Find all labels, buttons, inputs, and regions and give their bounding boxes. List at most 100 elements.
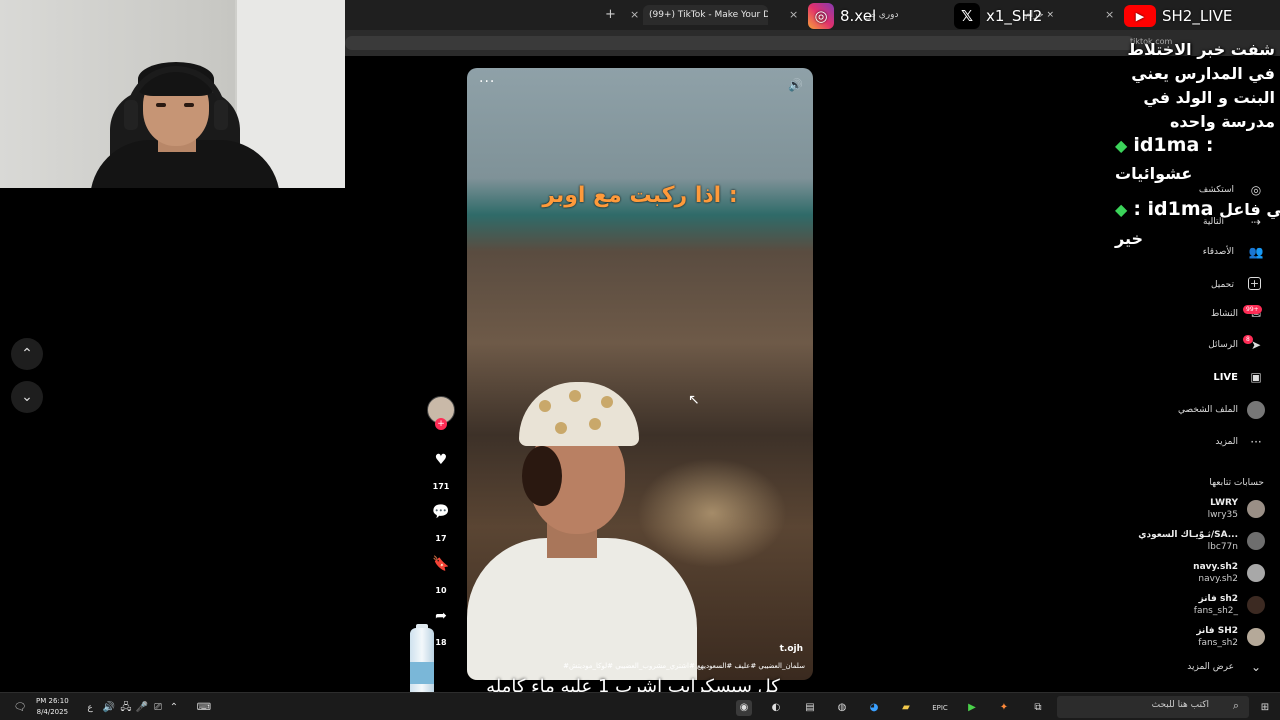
youtube-icon: ▶	[1124, 5, 1156, 27]
diamond-icon: ◆	[1115, 200, 1128, 219]
video-username[interactable]: t.ojh	[780, 644, 803, 654]
friends-icon: 👥	[1248, 245, 1264, 259]
instagram-icon: ◎	[808, 3, 834, 29]
twitch-icon[interactable]: ▤	[802, 700, 818, 716]
x-handle: 𝕏 x1_SH2	[954, 2, 1042, 30]
sidebar-item-more[interactable]: المزيد	[1215, 437, 1238, 447]
windows-start-icon[interactable]: ⊞	[1257, 700, 1273, 716]
avatar[interactable]	[1247, 500, 1265, 518]
heart-icon: ♥	[434, 452, 448, 468]
tab-tiktok[interactable]: (99+) TikTok - Make Your Da	[643, 5, 768, 25]
obs-icon[interactable]: ◍	[834, 700, 850, 716]
following-username[interactable]: navy.sh2	[1198, 574, 1238, 584]
sidebar-item-friends[interactable]: الأصدقاء	[1203, 247, 1234, 257]
microphone-icon[interactable]: 🎤	[134, 700, 150, 716]
like-button[interactable]: ♥	[429, 448, 453, 472]
save-button[interactable]: 🔖	[429, 552, 453, 576]
following-username[interactable]: fans_sh2_	[1194, 606, 1238, 616]
follow-plus-icon[interactable]: +	[435, 418, 447, 430]
following-name[interactable]: LWRY	[1210, 498, 1238, 508]
edge-icon[interactable]: ◕	[866, 700, 882, 716]
video-caption: اذا ركبت مع اوبر :	[542, 183, 738, 208]
volume-icon[interactable]: 🔊	[101, 700, 117, 716]
following-name[interactable]: navy.sh2	[1193, 562, 1238, 572]
sidebar-item-profile[interactable]: الملف الشخصي	[1178, 405, 1238, 415]
bookmark-icon: 🔖	[432, 556, 450, 572]
comment-icon: 💬	[432, 504, 450, 520]
taskbar-search[interactable]: اكتب هنا للبحث ⌕	[1057, 696, 1249, 718]
avatar[interactable]	[1247, 532, 1265, 550]
following-username[interactable]: fans_sh2	[1198, 638, 1238, 648]
more-icon: ···	[1250, 435, 1262, 449]
upload-icon: +	[1248, 277, 1261, 290]
close-tab-icon[interactable]: ×	[1105, 5, 1114, 25]
comment-count: 17	[435, 534, 447, 543]
webcam-feed	[0, 0, 345, 188]
chrome-icon[interactable]: ◉	[736, 700, 752, 716]
notification-icon[interactable]: 🗨	[12, 700, 28, 716]
sidebar-item-activity[interactable]: النشاط	[1211, 309, 1238, 319]
chat-message-2-text: عشوائيات	[1115, 164, 1193, 183]
diamond-icon: ◆	[1115, 136, 1128, 155]
sidebar-item-explore[interactable]: استكشف	[1199, 185, 1234, 195]
chat-message-3-user: ◆: id1ma اني فاعل	[1115, 198, 1280, 220]
save-count: 10	[435, 586, 447, 595]
camera-icon[interactable]: ⎚	[150, 700, 166, 716]
cap	[519, 382, 639, 446]
more-options-icon[interactable]: ···	[479, 74, 495, 90]
like-count: 171	[432, 482, 450, 491]
search-icon: ⌕	[1232, 699, 1239, 712]
copilot-icon[interactable]: ✦	[996, 700, 1012, 716]
close-tab-icon[interactable]: ×	[630, 5, 639, 25]
chevron-up-icon: ⌃	[21, 346, 33, 362]
messages-badge: 8	[1243, 335, 1253, 344]
instagram-handle: ◎ 8.xel	[808, 2, 876, 30]
search-placeholder: اكتب هنا للبحث	[1151, 700, 1209, 710]
see-more-link[interactable]: عرض المزيد	[1187, 662, 1234, 672]
share-button[interactable]: ➦	[429, 604, 453, 628]
chat-message-2-user: ◆ id1ma :	[1115, 134, 1214, 156]
close-tab-icon[interactable]: ×	[789, 5, 798, 25]
previous-video-button[interactable]: ⌃	[11, 338, 43, 370]
chevron-down-icon: ⌄	[21, 389, 33, 405]
following-name[interactable]: فانز SH2	[1196, 626, 1238, 636]
mouse-cursor-icon: ↖	[688, 392, 700, 408]
tab-label: (99+) TikTok - Make Your Da	[649, 10, 768, 20]
keyboard-icon[interactable]: ⌨	[195, 700, 213, 716]
folder-icon[interactable]: ▰	[898, 700, 914, 716]
sidebar-item-messages[interactable]: الرسائل	[1208, 340, 1238, 350]
discord-icon[interactable]: ◐	[768, 700, 784, 716]
avatar[interactable]	[1247, 628, 1265, 646]
youtube-handle: ▶ SH2_LIVE	[1124, 2, 1232, 30]
following-username[interactable]: lwry35	[1208, 510, 1238, 520]
video-hashtags[interactable]: #سلمان_العضيبي #عليف #السعوديهع #اشتري_م…	[563, 662, 805, 670]
sidebar-item-live[interactable]: LIVE	[1213, 372, 1238, 383]
network-icon[interactable]: 🖧	[118, 700, 134, 716]
compass-icon: ◎	[1250, 183, 1262, 197]
language-indicator[interactable]: ع	[82, 700, 98, 716]
task-view-icon[interactable]: ⧉	[1030, 700, 1046, 716]
activity-badge: 99+	[1243, 305, 1262, 314]
comment-button[interactable]: 💬	[429, 500, 453, 524]
volume-icon[interactable]: 🔊	[788, 78, 803, 92]
taskbar: 🗨 PM 26:10 8/4/2025 ع 🔊 🖧 🎤 ⎚ ⌃ ⌨ ◉ ◐ ▤ …	[0, 692, 1280, 720]
address-field[interactable]	[345, 36, 1135, 50]
live-icon: ▣	[1250, 370, 1262, 384]
tray-chevron-icon[interactable]: ⌃	[166, 700, 182, 716]
play-store-icon[interactable]: ▶	[964, 700, 980, 716]
following-name[interactable]: فانز sh2	[1199, 594, 1238, 604]
epic-games-icon[interactable]: EPIC	[932, 700, 948, 716]
sidebar-item-upload[interactable]: تحميل	[1211, 280, 1234, 290]
chat-message-3-text: خير	[1115, 229, 1144, 248]
avatar[interactable]	[1247, 564, 1265, 582]
bottle-label	[410, 662, 434, 684]
new-tab-button[interactable]: +	[605, 5, 616, 25]
clock[interactable]: PM 26:10 8/4/2025	[36, 696, 69, 718]
chevron-down-icon: ⌄	[1250, 660, 1262, 674]
next-video-button[interactable]: ⌄	[11, 381, 43, 413]
profile-icon	[1247, 401, 1265, 419]
following-name[interactable]: ثـوّيـاك السعودي/SA...	[1138, 530, 1238, 540]
following-username[interactable]: lbc77n	[1208, 542, 1238, 552]
avatar[interactable]	[1247, 596, 1265, 614]
video-player[interactable]: ··· 🔊 اذا ركبت مع اوبر : t.ojh #سلمان_ال…	[467, 68, 813, 680]
